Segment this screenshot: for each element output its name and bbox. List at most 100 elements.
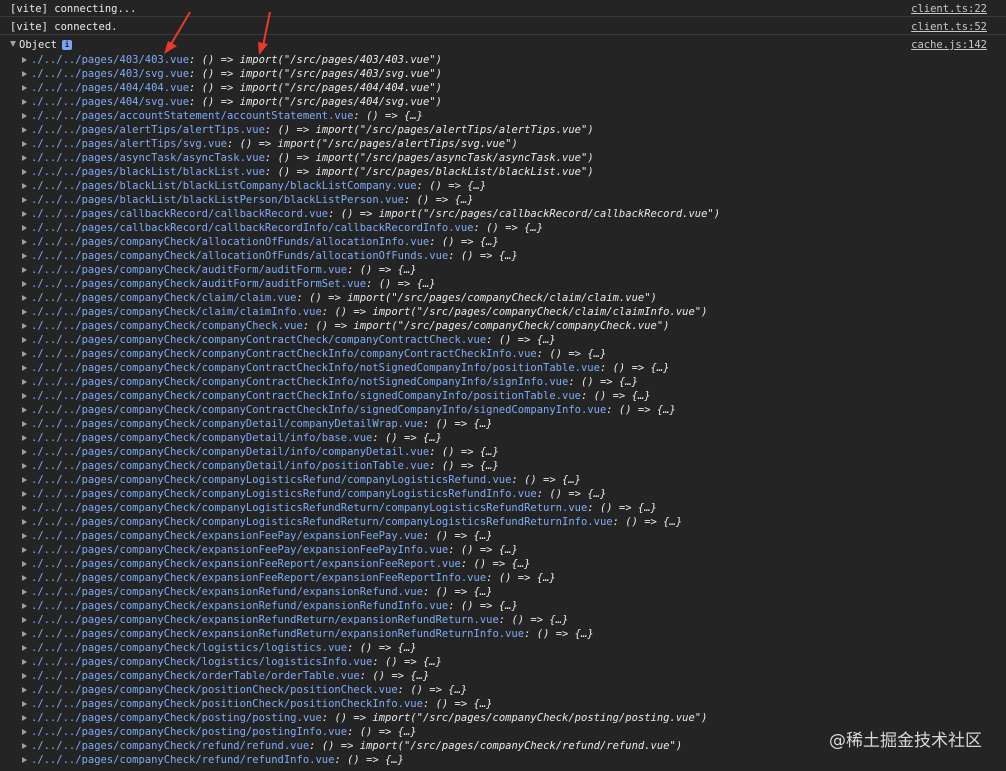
- object-entry-row[interactable]: ./../../pages/companyCheck/companyContra…: [0, 375, 1006, 389]
- expand-triangle-icon[interactable]: [22, 365, 27, 371]
- expand-triangle-icon[interactable]: [22, 477, 27, 483]
- expand-triangle-icon[interactable]: [22, 659, 27, 665]
- expand-triangle-icon[interactable]: [22, 449, 27, 455]
- expand-triangle-icon[interactable]: [22, 225, 27, 231]
- object-entry-row[interactable]: ./../../pages/companyCheck/companyDetail…: [0, 459, 1006, 473]
- expand-triangle-icon[interactable]: [22, 463, 27, 469]
- object-entry-row[interactable]: ./../../pages/callbackRecord/callbackRec…: [0, 207, 1006, 221]
- object-entry-row[interactable]: ./../../pages/asyncTask/asyncTask.vue: (…: [0, 151, 1006, 165]
- expand-triangle-icon[interactable]: [22, 323, 27, 329]
- object-entry-row[interactable]: ./../../pages/companyCheck/companyDetail…: [0, 431, 1006, 445]
- object-entry-row[interactable]: ./../../pages/callbackRecord/callbackRec…: [0, 221, 1006, 235]
- expand-triangle-icon[interactable]: [22, 197, 27, 203]
- object-entry-row[interactable]: ./../../pages/companyCheck/companyDetail…: [0, 445, 1006, 459]
- expand-triangle-icon[interactable]: [22, 337, 27, 343]
- expand-triangle-icon[interactable]: [22, 309, 27, 315]
- object-entry-row[interactable]: ./../../pages/companyCheck/logistics/log…: [0, 655, 1006, 669]
- expand-triangle-icon[interactable]: [22, 85, 27, 91]
- expand-triangle-icon[interactable]: [22, 743, 27, 749]
- object-entry-row[interactable]: ./../../pages/companyCheck/claim/claimIn…: [0, 305, 1006, 319]
- expand-triangle-icon[interactable]: [22, 183, 27, 189]
- object-entry-row[interactable]: ./../../pages/companyCheck/expansionFeeP…: [0, 529, 1006, 543]
- expand-triangle-icon[interactable]: [22, 701, 27, 707]
- expand-triangle-icon[interactable]: [22, 519, 27, 525]
- expand-triangle-icon[interactable]: [22, 617, 27, 623]
- expand-triangle-icon[interactable]: [22, 561, 27, 567]
- object-entry-row[interactable]: ./../../pages/companyCheck/logistics/log…: [0, 641, 1006, 655]
- expand-triangle-icon[interactable]: [22, 491, 27, 497]
- object-entry-row[interactable]: ./../../pages/companyCheck/orderTable/or…: [0, 669, 1006, 683]
- expand-triangle-icon[interactable]: [22, 253, 27, 259]
- object-entry-row[interactable]: ./../../pages/alertTips/svg.vue: () => i…: [0, 137, 1006, 151]
- object-entry-row[interactable]: ./../../pages/companyCheck/expansionFeeR…: [0, 571, 1006, 585]
- object-entry-row[interactable]: ./../../pages/companyCheck/auditForm/aud…: [0, 263, 1006, 277]
- expand-triangle-icon[interactable]: [22, 575, 27, 581]
- expand-triangle-icon[interactable]: [22, 169, 27, 175]
- object-entry-row[interactable]: ./../../pages/companyCheck/companyContra…: [0, 361, 1006, 375]
- object-entry-row[interactable]: ./../../pages/companyCheck/auditForm/aud…: [0, 277, 1006, 291]
- object-entry-row[interactable]: ./../../pages/403/svg.vue: () => import(…: [0, 67, 1006, 81]
- expand-triangle-icon[interactable]: [22, 421, 27, 427]
- expand-triangle-icon[interactable]: [22, 547, 27, 553]
- expand-triangle-icon[interactable]: [22, 239, 27, 245]
- object-entry-row[interactable]: ./../../pages/alertTips/alertTips.vue: (…: [0, 123, 1006, 137]
- object-entry-row[interactable]: ./../../pages/403/403.vue: () => import(…: [0, 53, 1006, 67]
- object-entry-row[interactable]: ./../../pages/companyCheck/expansionFeeP…: [0, 543, 1006, 557]
- object-entry-row[interactable]: ./../../pages/companyCheck/positionCheck…: [0, 683, 1006, 697]
- object-entry-row[interactable]: ./../../pages/companyCheck/companyLogist…: [0, 487, 1006, 501]
- source-link[interactable]: client.ts:52: [911, 21, 987, 33]
- expand-triangle-icon[interactable]: [22, 113, 27, 119]
- object-entry-row[interactable]: ./../../pages/companyCheck/expansionRefu…: [0, 599, 1006, 613]
- expand-triangle-icon[interactable]: [22, 127, 27, 133]
- expand-triangle-icon[interactable]: [22, 71, 27, 77]
- object-entry-row[interactable]: ./../../pages/companyCheck/companyLogist…: [0, 473, 1006, 487]
- expand-triangle-icon[interactable]: [22, 267, 27, 273]
- expand-triangle-icon[interactable]: [22, 729, 27, 735]
- expand-triangle-icon[interactable]: [22, 589, 27, 595]
- object-entry-row[interactable]: ./../../pages/companyCheck/companyContra…: [0, 333, 1006, 347]
- object-entry-row[interactable]: ./../../pages/404/svg.vue: () => import(…: [0, 95, 1006, 109]
- object-entry-row[interactable]: ./../../pages/companyCheck/allocationOfF…: [0, 249, 1006, 263]
- object-entry-row[interactable]: ./../../pages/companyCheck/companyDetail…: [0, 417, 1006, 431]
- expand-triangle-icon[interactable]: [22, 57, 27, 63]
- expand-triangle-icon[interactable]: [10, 41, 16, 47]
- expand-triangle-icon[interactable]: [22, 141, 27, 147]
- expand-triangle-icon[interactable]: [22, 351, 27, 357]
- object-entry-row[interactable]: ./../../pages/accountStatement/accountSt…: [0, 109, 1006, 123]
- object-entry-row[interactable]: ./../../pages/companyCheck/refund/refund…: [0, 753, 1006, 767]
- object-entry-row[interactable]: ./../../pages/companyCheck/allocationOfF…: [0, 235, 1006, 249]
- object-entry-row[interactable]: ./../../pages/companyCheck/expansionRefu…: [0, 585, 1006, 599]
- expand-triangle-icon[interactable]: [22, 99, 27, 105]
- expand-triangle-icon[interactable]: [22, 435, 27, 441]
- object-entry-row[interactable]: ./../../pages/companyCheck/companyLogist…: [0, 501, 1006, 515]
- object-entry-row[interactable]: ./../../pages/404/404.vue: () => import(…: [0, 81, 1006, 95]
- expand-triangle-icon[interactable]: [22, 603, 27, 609]
- expand-triangle-icon[interactable]: [22, 505, 27, 511]
- object-entry-row[interactable]: ./../../pages/blackList/blackListPerson/…: [0, 193, 1006, 207]
- object-entry-row[interactable]: ./../../pages/companyCheck/companyContra…: [0, 403, 1006, 417]
- object-entry-row[interactable]: ./../../pages/companyCheck/companyCheck.…: [0, 319, 1006, 333]
- object-entry-row[interactable]: ./../../pages/blackList/blackListCompany…: [0, 179, 1006, 193]
- object-header[interactable]: Object i cache.js:142: [0, 37, 1006, 53]
- expand-triangle-icon[interactable]: [22, 673, 27, 679]
- object-entry-row[interactable]: ./../../pages/companyCheck/claim/claim.v…: [0, 291, 1006, 305]
- expand-triangle-icon[interactable]: [22, 631, 27, 637]
- expand-triangle-icon[interactable]: [22, 281, 27, 287]
- object-entry-row[interactable]: ./../../pages/companyCheck/expansionFeeR…: [0, 557, 1006, 571]
- expand-triangle-icon[interactable]: [22, 379, 27, 385]
- expand-triangle-icon[interactable]: [22, 155, 27, 161]
- object-entry-row[interactable]: ./../../pages/companyCheck/posting/posti…: [0, 711, 1006, 725]
- object-entry-row[interactable]: ./../../pages/companyCheck/companyLogist…: [0, 515, 1006, 529]
- expand-triangle-icon[interactable]: [22, 715, 27, 721]
- expand-triangle-icon[interactable]: [22, 533, 27, 539]
- info-icon[interactable]: i: [62, 40, 72, 50]
- expand-triangle-icon[interactable]: [22, 407, 27, 413]
- source-link[interactable]: cache.js:142: [911, 39, 987, 51]
- expand-triangle-icon[interactable]: [22, 645, 27, 651]
- expand-triangle-icon[interactable]: [22, 211, 27, 217]
- source-link[interactable]: client.ts:22: [911, 3, 987, 15]
- expand-triangle-icon[interactable]: [22, 393, 27, 399]
- object-entry-row[interactable]: ./../../pages/blackList/blackList.vue: (…: [0, 165, 1006, 179]
- expand-triangle-icon[interactable]: [22, 295, 27, 301]
- object-entry-row[interactable]: ./../../pages/companyCheck/positionCheck…: [0, 697, 1006, 711]
